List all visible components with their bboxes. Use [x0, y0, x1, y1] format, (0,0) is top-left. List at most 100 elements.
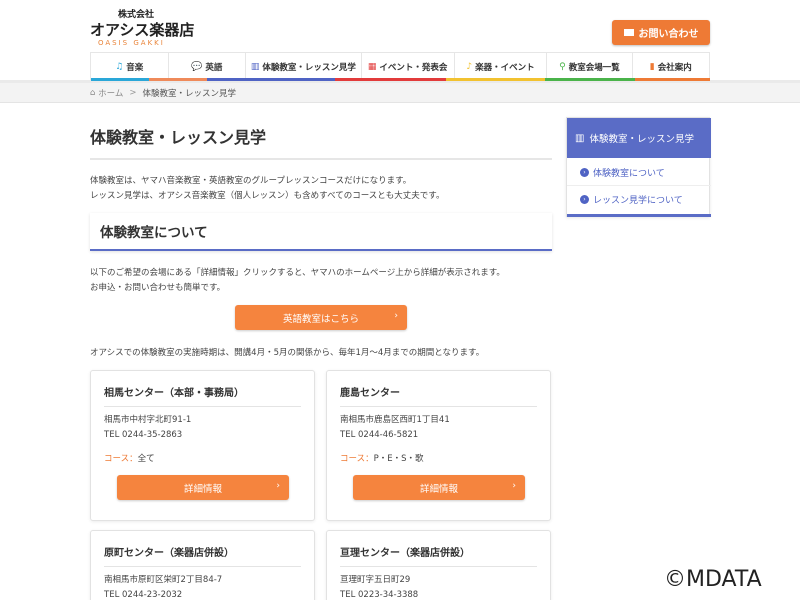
nav-item-label: 英語: [205, 63, 223, 73]
venue-address: 相馬市中村字北町91-1: [104, 415, 192, 425]
breadcrumb-current: 体験教室・レッスン見学: [142, 89, 236, 99]
venue-card-course: コース：全て: [104, 452, 155, 464]
venue-card-address: 相馬市中村字北町91-1 TEL 0244-35-2863: [104, 413, 191, 443]
nav-underline-events: [335, 78, 446, 81]
nav-underline-trial: [207, 78, 335, 81]
sidebar-item-trial-class[interactable]: › 体験教室について: [580, 166, 665, 179]
venue-card-soma: 相馬センター（本部・事務局） 相馬市中村字北町91-1 TEL 0244-35-…: [90, 370, 315, 521]
nav-item-label: イベント・発表会: [379, 63, 448, 73]
venue-card-divider: [104, 406, 301, 407]
nav-item-company[interactable]: ▮ 会社案内: [632, 53, 710, 81]
title-divider: [90, 158, 552, 160]
english-class-button[interactable]: 英語教室はこちら ›: [235, 305, 407, 330]
venue-card-watari: 亘理センター（楽器店併設） 亘理町字五日町29 TEL 0223-34-3388: [326, 530, 551, 600]
desc-line-2: お申込・お問い合わせも簡単です。: [90, 283, 226, 293]
breadcrumb-separator: >: [129, 88, 137, 98]
sidebar-menu: ▥ 体験教室・レッスン見学 › 体験教室について › レッスン見学について: [566, 117, 711, 217]
nav-item-label: 教室会場一覧: [568, 63, 620, 73]
venue-card-address: 亘理町字五日町29 TEL 0223-34-3388: [340, 573, 418, 600]
nav-item-instruments[interactable]: ♪ 楽器・イベント: [454, 53, 548, 81]
desc-line-1: 以下のご希望の会場にある「詳細情報」クリックすると、ヤマハのホームページ上から詳…: [90, 268, 505, 278]
venue-card-course: コース：P・E・S・歌: [340, 452, 423, 464]
detail-button[interactable]: 詳細情報 ›: [353, 475, 525, 500]
nav-underline-english: [149, 78, 207, 81]
breadcrumb: ⌂ ホーム > 体験教室・レッスン見学: [0, 83, 800, 103]
sidebar-item-label: レッスン見学について: [593, 196, 683, 206]
venue-card-divider: [340, 406, 537, 407]
section-title: 体験教室について: [100, 225, 208, 241]
nav-underline-music: [91, 78, 149, 81]
intro-text: 体験教室は、ヤマハ音楽教室・英語教室のグループレッスンコースだけになります。 レ…: [90, 174, 444, 204]
venue-card-haramachi: 原町センター（楽器店併設） 南相馬市原町区栄町2丁目84-7 TEL 0244-…: [90, 530, 315, 600]
venue-card-divider: [340, 566, 537, 567]
music-note-icon: ♫: [115, 62, 124, 72]
trial-period-text: オアシスでの体験教室の実施時期は、開講4月・5月の関係から、毎年1月〜4月までの…: [90, 348, 485, 358]
nav-underline-company: [635, 78, 710, 81]
intro-line-1: 体験教室は、ヤマハ音楽教室・英語教室のグループレッスンコースだけになります。: [90, 176, 412, 186]
course-value: 全て: [137, 454, 155, 464]
english-class-button-label: 英語教室はこちら: [282, 313, 359, 325]
map-pin-icon: ⚲: [559, 62, 566, 72]
nav-item-venues[interactable]: ⚲ 教室会場一覧: [547, 53, 633, 81]
global-nav: ♫ 音楽 💬 英語 ▥ 体験教室・レッスン見学 ▦ イベント・発表会 ♪ 楽器・…: [90, 52, 710, 81]
venue-tel: TEL 0244-46-5821: [340, 430, 419, 440]
piano-icon: ▥: [575, 132, 585, 144]
nav-item-label: 体験教室・レッスン見学: [262, 63, 356, 73]
venue-card-title: 鹿島センター: [340, 388, 400, 399]
calendar-icon: ▦: [367, 62, 377, 72]
course-value: P・E・S・歌: [373, 454, 424, 464]
chevron-right-icon: ›: [394, 311, 398, 321]
arrow-circle-icon: ›: [580, 168, 589, 177]
watermark: ©MDATA: [660, 567, 766, 592]
venue-address: 南相馬市原町区栄町2丁目84-7: [104, 575, 223, 585]
venue-card-kashima: 鹿島センター 南相馬市鹿島区西町1丁目41 TEL 0244-46-5821 コ…: [326, 370, 551, 521]
nav-underline-venues: [545, 78, 635, 81]
nav-item-events[interactable]: ▦ イベント・発表会: [361, 53, 455, 81]
piano-icon: ▥: [250, 62, 260, 72]
company-logo[interactable]: 株式会社 オアシス楽器店 OASIS GAKKI: [90, 10, 194, 48]
page-title: 体験教室・レッスン見学: [90, 128, 267, 147]
detail-button-label: 詳細情報: [183, 483, 222, 495]
intro-line-2: レッスン見学は、オアシス音楽教室（個人レッスン）も含めすべてのコースとも大丈夫で…: [90, 191, 445, 201]
venue-tel: TEL 0244-23-2032: [104, 590, 183, 600]
company-name: オアシス楽器店: [90, 21, 195, 39]
venue-card-address: 南相馬市原町区栄町2丁目84-7 TEL 0244-23-2032: [104, 573, 222, 600]
venue-card-divider: [104, 566, 301, 567]
nav-item-trial-lesson[interactable]: ▥ 体験教室・レッスン見学: [246, 53, 362, 81]
sidebar-header[interactable]: ▥ 体験教室・レッスン見学: [567, 118, 711, 158]
speech-bubble-icon: 💬: [191, 62, 203, 72]
home-icon: ⌂: [90, 88, 99, 98]
arrow-circle-icon: ›: [580, 195, 589, 204]
sidebar-divider: [567, 185, 711, 186]
building-icon: ▮: [649, 62, 655, 72]
contact-button[interactable]: お問い合わせ: [612, 20, 710, 45]
saxophone-icon: ♪: [466, 62, 473, 72]
site-header: 株式会社 オアシス楽器店 OASIS GAKKI お問い合わせ: [0, 0, 800, 52]
contact-button-label: お問い合わせ: [638, 29, 699, 40]
venue-address: 亘理町字五日町29: [340, 575, 411, 585]
venue-card-title: 相馬センター（本部・事務局）: [104, 388, 244, 399]
venue-tel: TEL 0223-34-3388: [340, 590, 419, 600]
detail-button-label: 詳細情報: [419, 483, 458, 495]
sidebar-item-lesson-visit[interactable]: › レッスン見学について: [580, 193, 683, 206]
section-header: 体験教室について: [90, 213, 552, 251]
breadcrumb-home-link[interactable]: ホーム: [98, 87, 123, 99]
company-prefix: 株式会社: [118, 10, 155, 20]
nav-item-english[interactable]: 💬 英語: [168, 53, 246, 81]
venue-card-title: 亘理センター（楽器店併設）: [340, 548, 470, 559]
detail-button[interactable]: 詳細情報 ›: [117, 475, 289, 500]
course-label: コース：: [340, 454, 374, 464]
venue-address: 南相馬市鹿島区西町1丁目41: [340, 415, 450, 425]
venue-tel: TEL 0244-35-2863: [104, 430, 183, 440]
chevron-right-icon: ›: [276, 481, 280, 491]
chevron-right-icon: ›: [512, 481, 516, 491]
envelope-icon: [623, 29, 634, 36]
section-description: 以下のご希望の会場にある「詳細情報」クリックすると、ヤマハのホームページ上から詳…: [90, 266, 505, 296]
nav-item-music[interactable]: ♫ 音楽: [90, 53, 169, 81]
course-label: コース：: [104, 454, 138, 464]
venue-card-title: 原町センター（楽器店併設）: [104, 548, 234, 559]
sidebar-bottom-border: [567, 214, 711, 217]
company-romaji: OASIS GAKKI: [98, 39, 165, 47]
nav-item-label: 楽器・イベント: [475, 63, 535, 73]
sidebar-title: 体験教室・レッスン見学: [589, 134, 694, 145]
